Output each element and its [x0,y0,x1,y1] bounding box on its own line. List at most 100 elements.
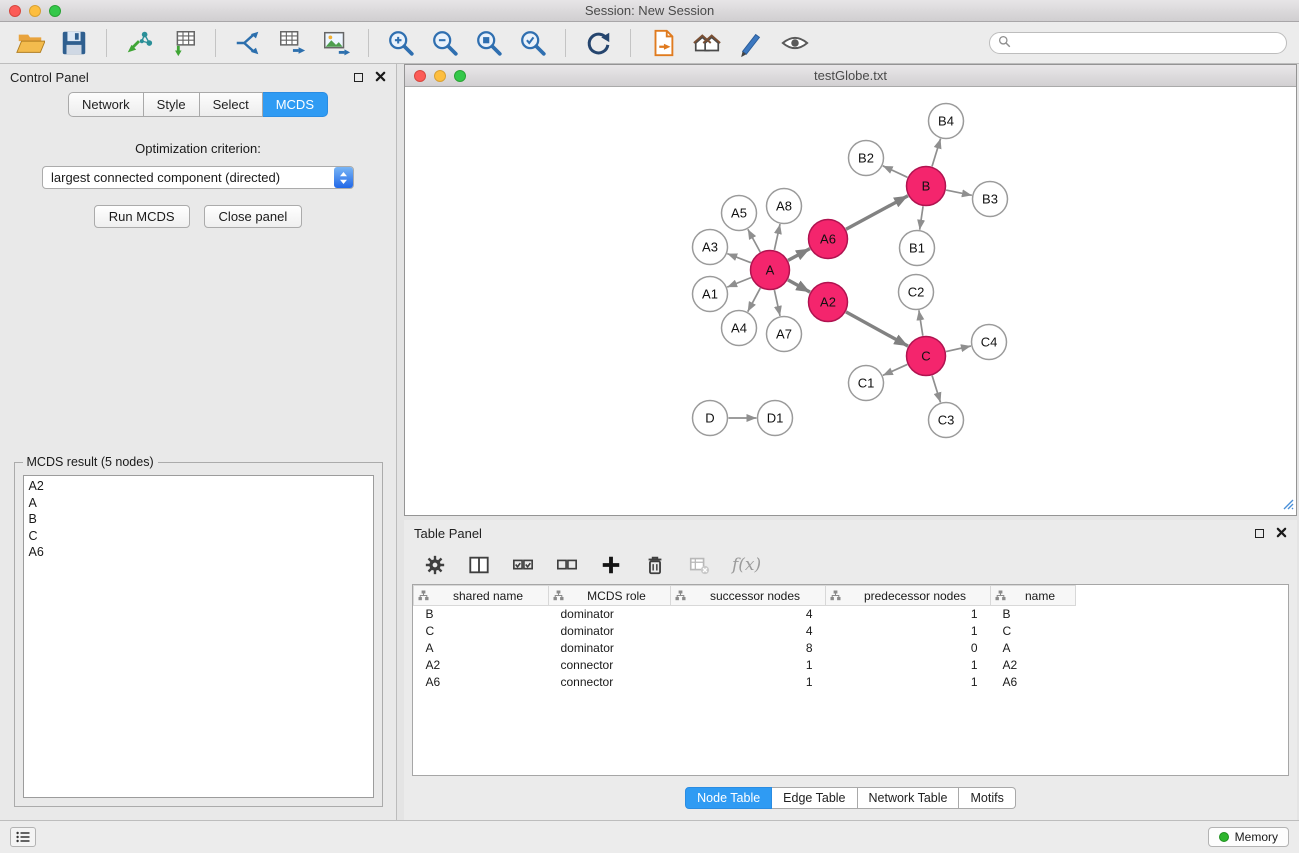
graph-edge-B-B4[interactable] [932,139,941,167]
graph-edge-A-A2[interactable] [788,280,810,292]
table-row[interactable]: A2connector11A2 [414,657,1076,674]
column-header-name[interactable]: name [991,586,1076,606]
graph-edge-B-B3[interactable] [946,190,972,195]
show-hide-icon[interactable] [777,26,813,60]
table-row[interactable]: Bdominator41B [414,606,1076,623]
settings-icon[interactable] [424,554,446,576]
network-minimize-icon[interactable] [434,70,446,82]
zoom-window-icon[interactable] [49,5,61,17]
float-table-panel-icon[interactable] [1255,529,1264,538]
import-table-icon[interactable] [165,26,201,60]
graph-node-C2[interactable]: C2 [899,275,934,310]
tab-edge-table[interactable]: Edge Table [772,787,857,809]
close-panel-icon[interactable] [375,70,386,85]
export-table-icon[interactable] [274,26,310,60]
minimize-window-icon[interactable] [29,5,41,17]
tab-mcds[interactable]: MCDS [263,92,328,117]
close-panel-button[interactable]: Close panel [204,205,303,228]
zoom-selected-icon[interactable] [515,26,551,60]
zoom-fit-icon[interactable] [471,26,507,60]
refresh-icon[interactable] [580,26,616,60]
import-network-icon[interactable] [121,26,157,60]
graph-node-B2[interactable]: B2 [849,141,884,176]
graph-node-A3[interactable]: A3 [693,230,728,265]
table-row[interactable]: Adominator80A [414,640,1076,657]
mcds-result-list[interactable]: A2ABCA6 [23,475,374,798]
result-list-item[interactable]: A2 [29,478,368,495]
graph-node-A5[interactable]: A5 [722,196,757,231]
column-header-MCDS-role[interactable]: MCDS role [549,586,671,606]
export-network-icon[interactable] [230,26,266,60]
tab-select[interactable]: Select [200,92,263,117]
graph-node-A2[interactable]: A2 [809,283,848,322]
network-from-file-icon[interactable] [645,26,681,60]
close-table-panel-icon[interactable] [1276,526,1287,541]
style-pencil-icon[interactable] [733,26,769,60]
add-icon[interactable] [600,554,622,576]
select-all-icon[interactable] [512,554,534,576]
split-columns-icon[interactable] [468,554,490,576]
hide-columns-icon[interactable] [688,554,710,576]
export-image-icon[interactable] [318,26,354,60]
zoom-in-icon[interactable] [383,26,419,60]
graph-node-C1[interactable]: C1 [849,366,884,401]
tab-node-table[interactable]: Node Table [685,787,772,809]
zoom-out-icon[interactable] [427,26,463,60]
home-view-icon[interactable] [689,26,725,60]
network-graph[interactable]: AA1A2A3A4A5A6A7A8BB1B2B3B4CC1C2C3C4DD1 [405,87,1294,515]
graph-edge-A-A1[interactable] [727,278,751,288]
table-row[interactable]: A6connector11A6 [414,674,1076,691]
graph-node-A4[interactable]: A4 [722,311,757,346]
graph-edge-C-C3[interactable] [932,376,940,403]
unselect-all-icon[interactable] [556,554,578,576]
delete-icon[interactable] [644,554,666,576]
graph-node-A1[interactable]: A1 [693,277,728,312]
tab-motifs[interactable]: Motifs [959,787,1015,809]
resize-grip-icon[interactable] [1282,498,1294,513]
graph-edge-A2-C[interactable] [846,312,908,346]
graph-edge-A-A6[interactable] [788,249,810,261]
tab-style[interactable]: Style [144,92,200,117]
graph-node-D[interactable]: D [693,401,728,436]
graph-node-D1[interactable]: D1 [758,401,793,436]
graph-node-A[interactable]: A [751,251,790,290]
graph-edge-C-C2[interactable] [919,310,923,335]
graph-node-A7[interactable]: A7 [767,317,802,352]
graph-node-A6[interactable]: A6 [809,220,848,259]
graph-edge-A-A4[interactable] [748,288,761,312]
graph-edge-A-A3[interactable] [727,254,751,263]
graph-edge-A-A8[interactable] [774,224,780,250]
graph-edge-A-A5[interactable] [748,229,760,252]
result-list-item[interactable]: C [29,528,368,545]
run-mcds-button[interactable]: Run MCDS [94,205,190,228]
graph-node-B[interactable]: B [907,167,946,206]
network-canvas[interactable]: AA1A2A3A4A5A6A7A8BB1B2B3B4CC1C2C3C4DD1 [405,87,1296,515]
save-icon[interactable] [56,26,92,60]
graph-edge-A-A7[interactable] [774,290,780,316]
search-box[interactable] [989,32,1287,54]
graph-node-A8[interactable]: A8 [767,189,802,224]
result-list-item[interactable]: A [29,495,368,512]
graph-node-B1[interactable]: B1 [900,231,935,266]
fx-function-button[interactable]: f(x) [732,555,761,575]
open-file-icon[interactable] [12,26,48,60]
graph-node-B4[interactable]: B4 [929,104,964,139]
memory-button[interactable]: Memory [1208,827,1289,847]
graph-edge-B-B1[interactable] [920,206,923,229]
tab-network-table[interactable]: Network Table [858,787,960,809]
graph-edge-C-C4[interactable] [946,346,971,352]
network-zoom-icon[interactable] [454,70,466,82]
graph-edge-A6-B[interactable] [846,196,908,229]
optimization-select[interactable]: largest connected component (directed) [42,166,354,189]
column-header-shared-name[interactable]: shared name [414,586,549,606]
graph-node-C[interactable]: C [907,337,946,376]
close-window-icon[interactable] [9,5,21,17]
result-list-item[interactable]: B [29,511,368,528]
tab-network[interactable]: Network [68,92,144,117]
network-close-icon[interactable] [414,70,426,82]
float-panel-icon[interactable] [354,73,363,82]
graph-edge-B-B2[interactable] [883,166,908,178]
column-header-successor-nodes[interactable]: successor nodes [671,586,826,606]
column-header-predecessor-nodes[interactable]: predecessor nodes [826,586,991,606]
graph-node-C4[interactable]: C4 [972,325,1007,360]
